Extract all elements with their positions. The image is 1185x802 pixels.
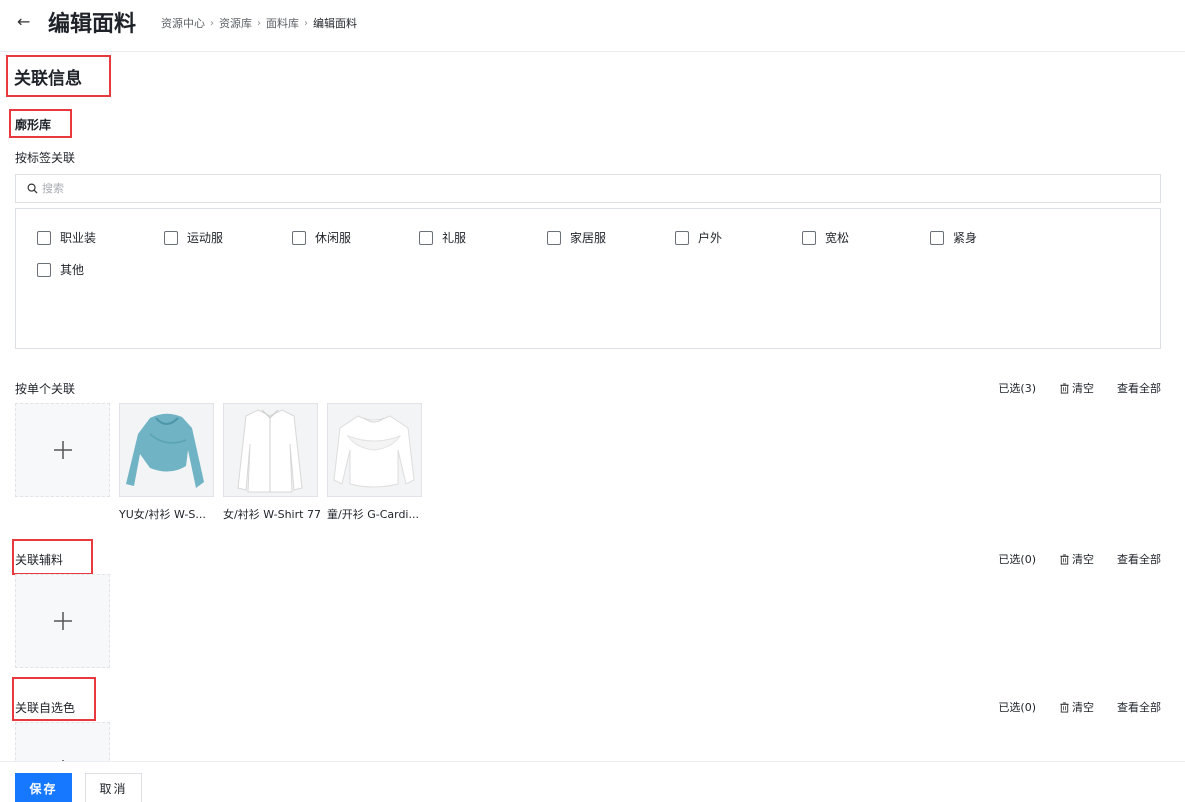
add-silhouette-button[interactable]: [15, 403, 110, 497]
checkbox[interactable]: [292, 230, 306, 245]
tag-label: 紧身: [953, 231, 978, 245]
trash-icon: [1060, 701, 1069, 713]
silhouette-thumbnail[interactable]: [223, 403, 318, 497]
selected-count[interactable]: 已选(3): [998, 380, 1036, 396]
tag-checkbox-tight[interactable]: 紧身: [930, 229, 977, 246]
trash-icon: [1060, 553, 1069, 565]
cancel-button[interactable]: 取消: [85, 773, 142, 802]
tag-checkbox-casual[interactable]: 休闲服: [292, 229, 351, 246]
search-box: [15, 174, 1161, 203]
thumbnail-caption: 童/开衫 G-Cardi...: [327, 508, 419, 521]
checkbox[interactable]: [37, 230, 51, 245]
tag-label: 户外: [698, 231, 723, 245]
plus-icon: [53, 441, 72, 459]
search-icon: [27, 183, 38, 194]
clear-label: 清空: [1072, 553, 1094, 566]
cardigan-image: [328, 404, 421, 496]
trash-icon: [1060, 382, 1069, 394]
breadcrumb-separator: ›: [210, 17, 214, 29]
tag-label: 其他: [60, 263, 85, 277]
page-title: 编辑面料: [48, 12, 137, 37]
breadcrumb-separator: ›: [304, 17, 308, 29]
tag-label: 职业装: [60, 231, 97, 245]
linked-colors-label: 关联自选色: [15, 701, 76, 715]
tag-checkbox-other[interactable]: 其他: [37, 261, 84, 278]
checkbox[interactable]: [547, 230, 561, 245]
linked-trims-actions: 已选(0) 清空 查看全部: [998, 551, 1161, 567]
clear-button[interactable]: 清空: [1059, 551, 1094, 567]
thumbnail-caption: 女/衬衫 W-Shirt 77: [223, 508, 321, 521]
silhouette-library-title: 廓形库: [15, 118, 52, 132]
silhouette-thumbnail[interactable]: [327, 403, 422, 497]
section-title: 关联信息: [14, 69, 82, 89]
checkbox[interactable]: [37, 262, 51, 277]
tag-checkbox-outdoor[interactable]: 户外: [675, 229, 722, 246]
single-association-label: 按单个关联: [15, 382, 76, 396]
checkbox[interactable]: [930, 230, 944, 245]
search-input[interactable]: [42, 182, 942, 195]
tag-label: 家居服: [570, 231, 607, 245]
clear-button[interactable]: 清空: [1059, 380, 1094, 396]
tag-panel: 职业装 运动服 休闲服 礼服 家居服 户外 宽松 紧身 其他: [15, 208, 1161, 349]
save-button[interactable]: 保存: [15, 773, 72, 802]
tag-checkbox-homewear[interactable]: 家居服: [547, 229, 606, 246]
tag-checkbox-loose[interactable]: 宽松: [802, 229, 849, 246]
left-arrow-icon[interactable]: ←: [17, 12, 30, 31]
plus-icon: [53, 612, 72, 630]
clear-button[interactable]: 清空: [1059, 699, 1094, 715]
breadcrumb-separator: ›: [257, 17, 261, 29]
silhouette-thumbnail[interactable]: [119, 403, 214, 497]
view-all-link[interactable]: 查看全部: [1117, 699, 1161, 715]
breadcrumb-resource-library[interactable]: 资源库: [219, 15, 252, 31]
tag-label: 运动服: [187, 231, 224, 245]
add-trim-button[interactable]: [15, 574, 110, 668]
selected-count[interactable]: 已选(0): [998, 551, 1036, 567]
thumbnail-caption: YU女/衬衫 W-S...: [119, 508, 206, 521]
breadcrumb-resource-center[interactable]: 资源中心: [161, 15, 205, 31]
breadcrumb-current: 编辑面料: [313, 17, 357, 30]
view-all-link[interactable]: 查看全部: [1117, 380, 1161, 396]
shirt-image: [224, 404, 317, 496]
linked-colors-actions: 已选(0) 清空 查看全部: [998, 699, 1161, 715]
hoodie-image: [120, 404, 213, 496]
checkbox[interactable]: [802, 230, 816, 245]
single-association-actions: 已选(3) 清空 查看全部: [998, 380, 1161, 396]
view-all-link[interactable]: 查看全部: [1117, 551, 1161, 567]
page-header: ← 编辑面料 资源中心 › 资源库 › 面料库 › 编辑面料: [0, 0, 1185, 52]
checkbox[interactable]: [419, 230, 433, 245]
checkbox[interactable]: [164, 230, 178, 245]
selected-count[interactable]: 已选(0): [998, 699, 1036, 715]
clear-label: 清空: [1072, 382, 1094, 395]
tag-checkbox-sportswear[interactable]: 运动服: [164, 229, 223, 246]
checkbox[interactable]: [675, 230, 689, 245]
footer-bar: 保存 取消: [0, 761, 1185, 802]
tag-label: 宽松: [825, 231, 850, 245]
linked-trims-label: 关联辅料: [15, 553, 64, 567]
tag-label: 礼服: [442, 231, 467, 245]
breadcrumb-fabric-library[interactable]: 面料库: [266, 15, 299, 31]
tag-label: 休闲服: [315, 231, 352, 245]
breadcrumb: 资源中心 › 资源库 › 面料库 › 编辑面料: [161, 15, 357, 31]
by-tag-label: 按标签关联: [15, 151, 76, 165]
tag-checkbox-formal[interactable]: 礼服: [419, 229, 466, 246]
tag-checkbox-workwear[interactable]: 职业装: [37, 229, 96, 246]
clear-label: 清空: [1072, 701, 1094, 714]
